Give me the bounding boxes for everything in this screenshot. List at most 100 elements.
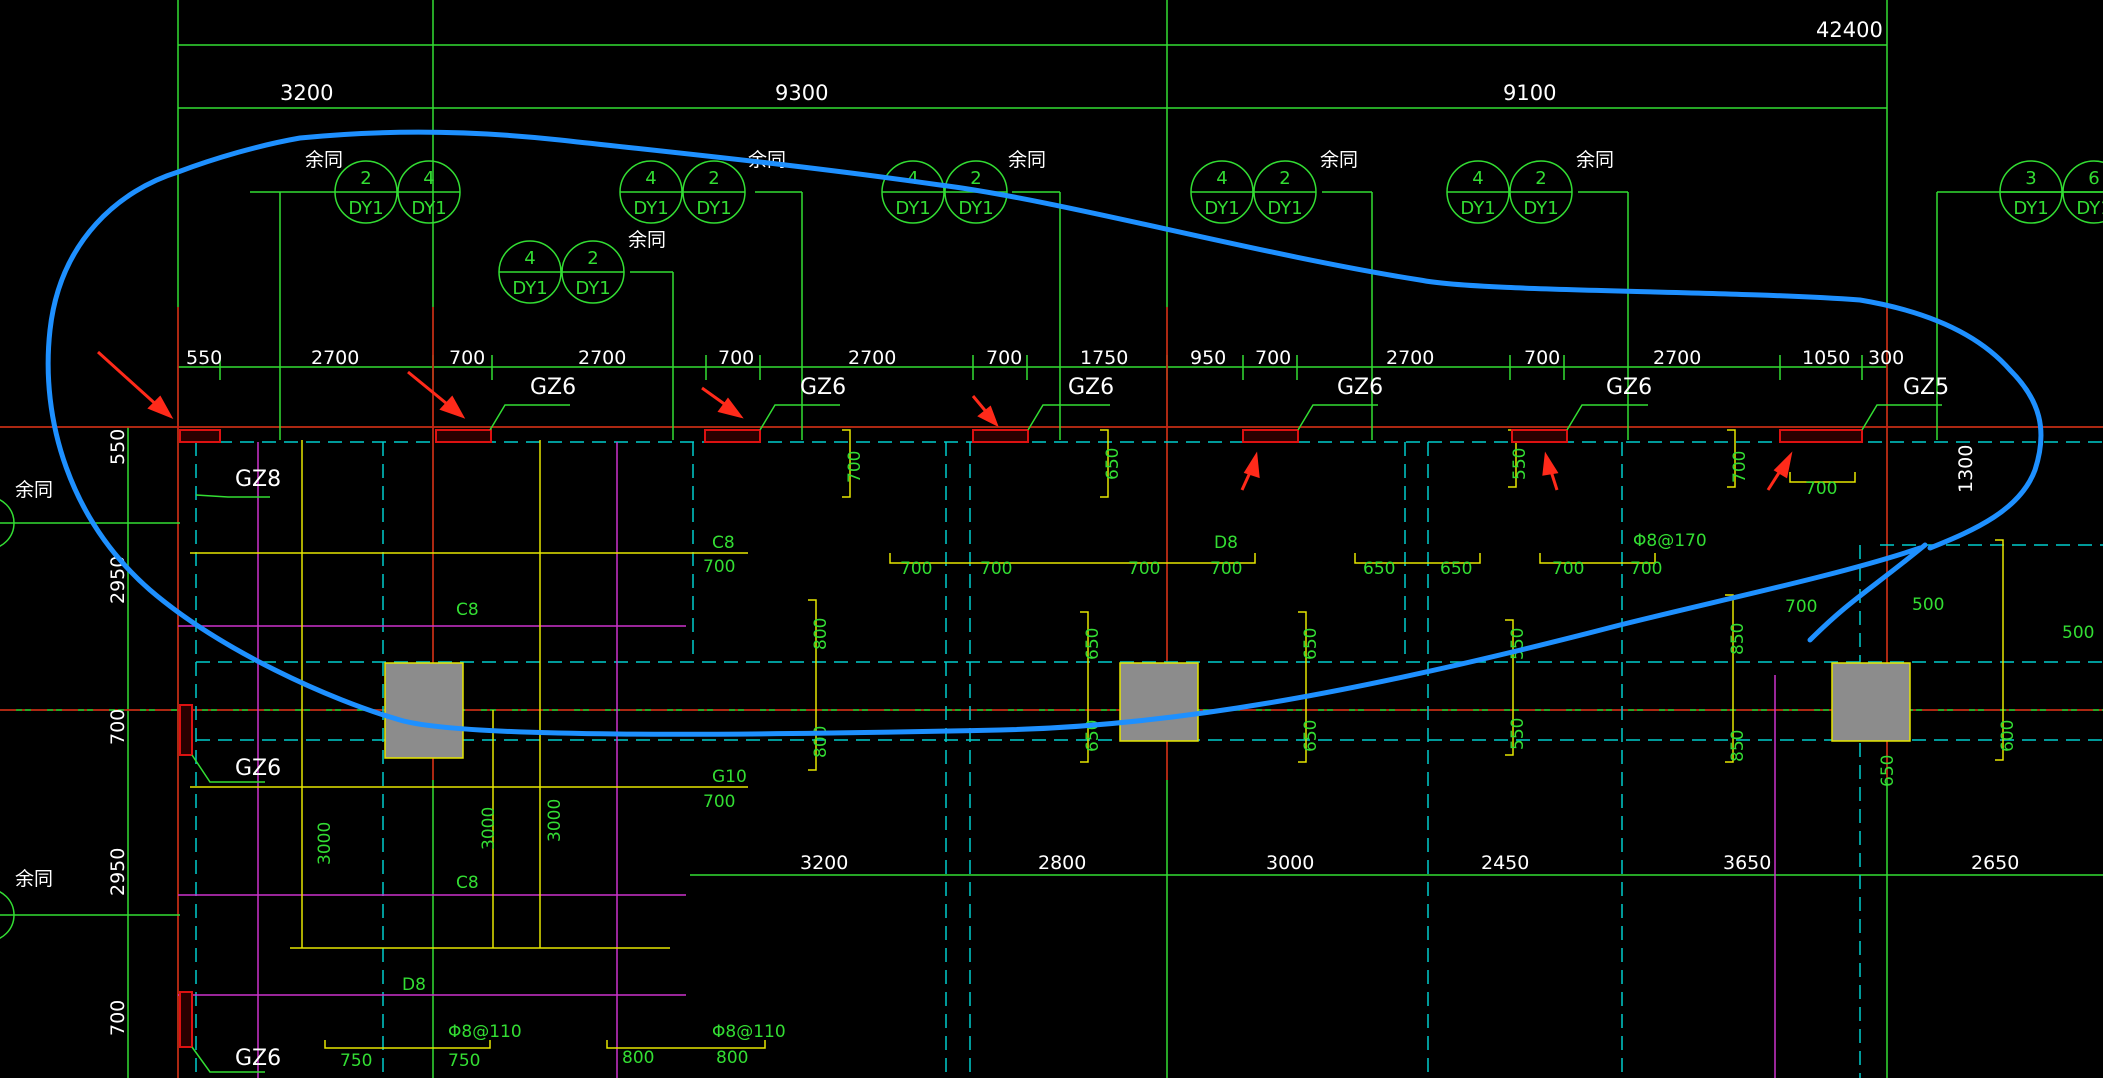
- bottom-dim: 2650: [1971, 852, 2019, 874]
- column-label: GZ6: [235, 756, 281, 781]
- green-label: 650: [1301, 628, 1321, 660]
- green-label: Φ8@110: [712, 1022, 786, 1042]
- seg-dim: 2700: [311, 347, 359, 369]
- bubble-count: 4: [524, 248, 535, 269]
- bubble-code: DY1: [2076, 198, 2103, 219]
- seg-dim: 550: [186, 347, 222, 369]
- bottom-dim: 2800: [1038, 852, 1086, 874]
- bubble-count: 4: [1472, 168, 1483, 189]
- dy-bubble: 4DY1: [397, 160, 461, 224]
- green-label: 700: [845, 451, 865, 483]
- green-label: 750: [340, 1051, 372, 1071]
- red-axis: [0, 307, 2103, 1078]
- right-dim2: 700: [1805, 479, 1837, 499]
- cad-drawing: 2DY14DY14DY12DY14DY12DY14DY12DY14DY12DY1…: [0, 0, 2103, 1078]
- green-label: 800: [811, 726, 831, 758]
- dy-bubble: 2DY1: [561, 240, 625, 304]
- bubble-code: DY1: [411, 198, 446, 219]
- bubble-code: DY1: [348, 198, 383, 219]
- green-label: 850: [1728, 730, 1748, 762]
- red-arrows: [96, 350, 1793, 491]
- green-label: 650: [1083, 628, 1103, 660]
- span-dim-2: 9300: [775, 81, 828, 105]
- seg-dim: 1750: [1080, 347, 1128, 369]
- green-label: 700: [703, 557, 735, 577]
- green-label: 800: [716, 1048, 748, 1068]
- column-label: GZ6: [235, 1046, 281, 1071]
- arrow-icon: [1240, 451, 1260, 491]
- seg-dim: 2700: [848, 347, 896, 369]
- bubble-count: 4: [1216, 168, 1227, 189]
- bubble-code: DY1: [696, 198, 731, 219]
- green-label: 700: [900, 559, 932, 579]
- green-label: 500: [1912, 595, 1944, 615]
- bubble-code: DY1: [1523, 198, 1558, 219]
- bubble-code: DY1: [1204, 198, 1239, 219]
- green-label: 550: [1508, 628, 1528, 660]
- text-layer: 42400 3200 9300 9100 550 2700 700 2700 7…: [15, 18, 2094, 1071]
- bottom-dim: 3200: [800, 852, 848, 874]
- seg-dim: 700: [449, 347, 485, 369]
- green-label: 800: [622, 1048, 654, 1068]
- seg-dim: 2700: [578, 347, 626, 369]
- column-label: GZ6: [1606, 375, 1652, 400]
- green-label: 600: [1998, 720, 2018, 752]
- same-note: 余同: [305, 149, 343, 171]
- green-label: 650: [1103, 448, 1123, 480]
- dy-bubble: 3DY1: [1999, 160, 2063, 224]
- green-label: C8: [456, 873, 479, 893]
- column-label: GZ6: [530, 375, 576, 400]
- green-label: G10: [712, 767, 747, 787]
- dy-bubble: 2DY1: [682, 160, 746, 224]
- bubble-count: 2: [1535, 168, 1546, 189]
- green-label: 3000: [479, 807, 499, 850]
- green-label: C8: [456, 600, 479, 620]
- column-label: GZ8: [235, 467, 281, 492]
- green-label: 650: [1878, 755, 1898, 787]
- green-label: 650: [1363, 559, 1395, 579]
- left-dim: 2950: [107, 848, 129, 896]
- arrow-icon: [971, 395, 999, 428]
- bubble-count: 4: [423, 168, 434, 189]
- seg-dim: 2700: [1653, 347, 1701, 369]
- seg-dim: 700: [718, 347, 754, 369]
- green-label: D8: [1214, 533, 1238, 553]
- bubble-count: 2: [970, 168, 981, 189]
- bubble-code: DY1: [512, 278, 547, 299]
- bottom-dim: 2450: [1481, 852, 1529, 874]
- dy-bubble: 2DY1: [1509, 160, 1573, 224]
- green-label: D8: [402, 975, 426, 995]
- arrow-icon: [407, 370, 466, 419]
- seg-dim: 1050: [1802, 347, 1850, 369]
- column-label: GZ6: [1068, 375, 1114, 400]
- dy-bubble: 4DY1: [619, 160, 683, 224]
- green-label: 700: [1730, 451, 1750, 483]
- dy-bubble: 4DY1: [881, 160, 945, 224]
- bubble-code: DY1: [575, 278, 610, 299]
- span-dim-3: 9100: [1503, 81, 1556, 105]
- green-label: Φ8@110: [448, 1022, 522, 1042]
- column-label: GZ6: [800, 375, 846, 400]
- green-label: 650: [1440, 559, 1472, 579]
- bubble-code: DY1: [633, 198, 668, 219]
- bubble-count: 3: [2025, 168, 2036, 189]
- green-label: 750: [448, 1051, 480, 1071]
- green-label: Φ8@170: [1633, 531, 1707, 551]
- green-label: 550: [1508, 718, 1528, 750]
- dy-bubble: 2DY1: [1253, 160, 1317, 224]
- left-dim: 700: [107, 1000, 129, 1036]
- overall-dim: 42400: [1816, 18, 1883, 42]
- arrow-icon: [96, 350, 174, 419]
- left-dim: 550: [107, 429, 129, 465]
- same-note: 余同: [1576, 149, 1614, 171]
- bubble-count: 2: [360, 168, 371, 189]
- green-label: 550: [1510, 448, 1530, 480]
- same-note: 余同: [15, 868, 53, 890]
- green-label: 800: [811, 618, 831, 650]
- same-note: 余同: [1320, 149, 1358, 171]
- same-note: 余同: [628, 229, 666, 251]
- bubble-count: 2: [587, 248, 598, 269]
- axis-bubbles: [0, 499, 15, 939]
- bubble-count: 2: [708, 168, 719, 189]
- bubble-count: 2: [1279, 168, 1290, 189]
